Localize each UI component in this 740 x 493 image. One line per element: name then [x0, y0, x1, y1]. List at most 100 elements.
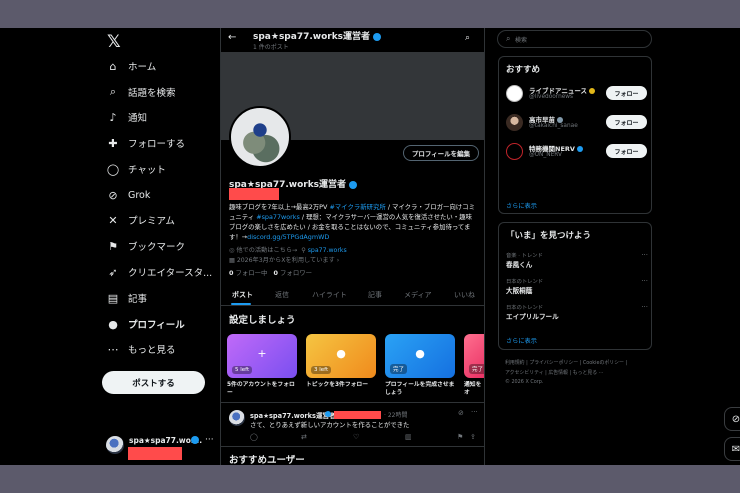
follow-button[interactable]: フォロー: [606, 115, 647, 129]
rocket-icon: ➶: [108, 265, 118, 279]
more-icon[interactable]: ···: [641, 251, 648, 259]
more-icon[interactable]: ···: [641, 303, 648, 311]
tab-likes[interactable]: いいね: [454, 290, 475, 300]
card-badge: 3 left: [311, 366, 332, 374]
nav-home[interactable]: ⌂ ホーム: [106, 55, 157, 77]
tab-highlights[interactable]: ハイライト: [312, 290, 347, 300]
like-icon[interactable]: ♡: [353, 433, 359, 441]
x-logo-icon[interactable]: 𝕏: [107, 32, 121, 52]
trend-item[interactable]: 日本のトレンド エイプリルフール ···: [506, 303, 648, 325]
avatar[interactable]: [506, 143, 523, 160]
recommend-user[interactable]: 高市早苗 @takaichi_sanae フォロー: [506, 113, 648, 135]
hashtag-link[interactable]: #マイクラ新研究所: [329, 203, 385, 211]
trends-title: 「いま」を見つけよう: [506, 231, 592, 241]
tab-articles[interactable]: 記事: [368, 290, 382, 300]
avatar[interactable]: [229, 410, 245, 426]
nav-grok[interactable]: ⊘ Grok: [106, 184, 150, 206]
article-icon: ▤: [107, 291, 119, 305]
nav-creator-studio-label: クリエイタースタ...: [128, 268, 213, 279]
footer-links[interactable]: 利用規約 | プライバシーポリシー | Cookieのポリシー |: [505, 359, 627, 366]
nav-bookmarks-label: ブックマーク: [128, 242, 186, 253]
verified-badge-icon: [325, 411, 331, 417]
nav-follow[interactable]: ✚ フォローする: [106, 132, 185, 154]
trend-item[interactable]: 日本のトレンド 大阪桐蔭 ···: [506, 277, 648, 299]
trend-item[interactable]: 音楽 · トレンド 春風くん ···: [506, 251, 648, 273]
follow-stats: 0 フォロー中 0 フォロワー: [229, 268, 312, 277]
recommend-user-handle: @takaichi_sanae: [529, 123, 578, 129]
recommend-user[interactable]: ライブドアニュース @livedoornews フォロー: [506, 84, 648, 106]
followers-link[interactable]: 0 フォロワー: [274, 269, 312, 277]
post-timestamp[interactable]: · 22時間: [384, 410, 407, 419]
grok-icon: ⊘: [108, 188, 118, 202]
search-icon[interactable]: ⌕: [465, 33, 470, 43]
trends-show-more[interactable]: さらに表示: [506, 336, 537, 345]
recommend-panel: おすすめ ライブドアニュース @livedoornews フォロー 高市早苗 @…: [498, 56, 652, 214]
follow-button[interactable]: フォロー: [606, 144, 647, 158]
views-icon[interactable]: ▥: [405, 433, 412, 441]
redacted-handle: [334, 411, 381, 419]
avatar[interactable]: [506, 85, 523, 102]
search-input[interactable]: ⌕ 検索: [497, 30, 652, 48]
avatar[interactable]: [506, 114, 523, 131]
grok-icon[interactable]: ⊘: [458, 409, 464, 417]
trend-context: 日本のトレンド: [506, 279, 544, 285]
nav-bookmarks[interactable]: ⚑ ブックマーク: [106, 235, 185, 257]
more-icon[interactable]: ···: [205, 435, 214, 445]
discord-link[interactable]: discord.gg/5TPGdAgmWD: [247, 233, 329, 241]
nav-premium-label: プレミアム: [128, 216, 175, 227]
post-button[interactable]: ポストする: [102, 371, 205, 394]
setup-card-follow-accounts[interactable]: + 5 left: [227, 334, 297, 378]
nav-profile[interactable]: ● プロフィール: [106, 313, 185, 335]
reply-icon[interactable]: ◯: [250, 433, 258, 441]
setup-card-follow-topics[interactable]: ● 3 left: [306, 334, 376, 378]
account-switcher[interactable]: spa★spa77.wor... ···: [106, 435, 218, 461]
repost-icon[interactable]: ⇄: [301, 433, 307, 441]
nav-creator-studio[interactable]: ➶ クリエイタースタ...: [106, 261, 212, 283]
setup-card-complete-profile[interactable]: ● 完了: [385, 334, 455, 378]
following-link[interactable]: 0 フォロー中: [229, 269, 267, 277]
nav-notifications[interactable]: ♪ 通知: [106, 106, 147, 128]
profile-meta-location: ◎ 他での活動はこちら→ ⚲ spa77.works: [229, 245, 347, 254]
home-icon: ⌂: [109, 59, 117, 73]
tab-posts[interactable]: ポスト: [232, 290, 253, 300]
post-author-name[interactable]: spa★spa77.works運営者: [250, 410, 336, 420]
bio-text: 趣味ブログを7年以上→最高2万PV: [229, 203, 330, 211]
grok-floating-button[interactable]: ⊘: [724, 407, 740, 431]
recommend-title: おすすめ: [506, 65, 541, 75]
tab-replies[interactable]: 返信: [275, 290, 289, 300]
header-title-text: spa★spa77.works運営者: [253, 32, 371, 42]
edit-profile-button[interactable]: プロフィールを編集: [403, 145, 479, 161]
back-arrow-icon[interactable]: ←: [228, 32, 236, 43]
nav-explore[interactable]: ⌕ 話題を検索: [106, 81, 176, 103]
chat-bubble-icon: ●: [336, 346, 346, 360]
profile-avatar[interactable]: [229, 106, 291, 168]
bookmark-icon[interactable]: ⚑: [457, 433, 463, 441]
setup-title: 設定しましょう: [229, 315, 296, 326]
search-icon: ⌕: [506, 34, 511, 43]
hashtag-link[interactable]: #spa77works: [256, 213, 300, 221]
recommend-user[interactable]: 特務機関NERV @UN_NERV フォロー: [506, 142, 648, 164]
recommend-show-more[interactable]: さらに表示: [506, 201, 537, 210]
messages-floating-button[interactable]: ✉: [724, 437, 740, 461]
nav-articles[interactable]: ▤ 記事: [106, 287, 147, 309]
more-icon[interactable]: ···: [471, 408, 478, 416]
follow-button[interactable]: フォロー: [606, 86, 647, 100]
website-link[interactable]: spa77.works: [308, 247, 347, 254]
more-circle-icon: ⋯: [107, 342, 119, 356]
setup-card-label: プロフィールを完成させましょう: [385, 382, 455, 396]
more-icon[interactable]: ···: [641, 277, 648, 285]
nav-more[interactable]: ⋯ もっと見る: [106, 338, 176, 360]
card-badge: 完了: [469, 364, 484, 374]
footer-links[interactable]: アクセシビリティ | 広告情報 | もっと見る ···: [505, 369, 603, 376]
setup-card-notifications[interactable]: 完了: [464, 334, 484, 378]
recommended-users-title: おすすめユーザー: [229, 455, 305, 465]
share-icon[interactable]: ⇪: [470, 433, 476, 441]
setup-card-label: 通知をオ: [464, 382, 482, 396]
tab-media[interactable]: メディア: [404, 290, 432, 300]
nav-grok-label: Grok: [128, 189, 151, 201]
bio-text: す！→: [229, 233, 248, 241]
setup-card-label: 5件のアカウントをフォロ ー: [227, 382, 295, 396]
nav-chat[interactable]: ◯ チャット: [106, 158, 166, 180]
nav-premium[interactable]: ✕ プレミアム: [106, 209, 175, 231]
profile-meta-joined[interactable]: ▦ 2026年3月からXを利用しています ›: [229, 255, 339, 264]
